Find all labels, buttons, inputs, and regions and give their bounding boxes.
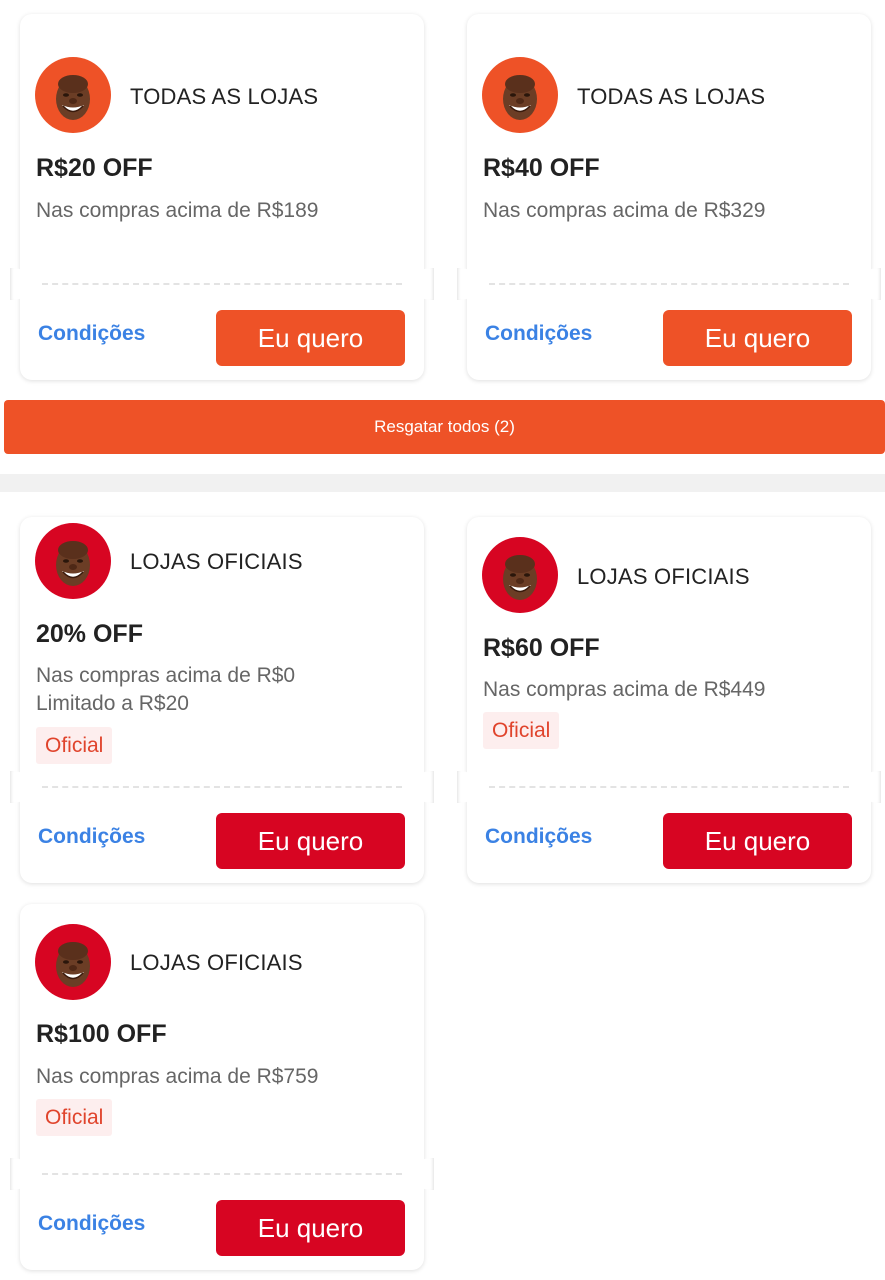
coupon-card: LOJAS OFICIAIS 20% OFF Nas compras acima… xyxy=(10,517,434,883)
discount-amount: 20% OFF xyxy=(36,620,143,648)
ticket-notch-right xyxy=(414,1158,434,1190)
minimum-purchase: Nas compras acima de R$0 xyxy=(36,664,296,687)
store-name: TODAS AS LOJAS xyxy=(130,84,319,109)
coupon-card: LOJAS OFICIAIS R$60 OFF Nas compras acim… xyxy=(457,517,881,883)
coupon-card: TODAS AS LOJAS R$20 OFF Nas compras acim… xyxy=(10,14,434,380)
conditions-link[interactable]: Condições xyxy=(485,322,592,346)
minimum-purchase: Nas compras acima de R$189 xyxy=(36,199,319,222)
ticket-notch-right xyxy=(861,771,881,803)
dashed-separator xyxy=(42,283,402,285)
dashed-separator xyxy=(42,786,402,788)
dashed-separator xyxy=(42,1173,402,1175)
ticket-notch-left xyxy=(10,1158,30,1190)
claim-all-button[interactable]: Resgatar todos (2) xyxy=(4,400,885,454)
official-badge: Oficial xyxy=(483,712,560,749)
store-avatar xyxy=(35,57,111,133)
claim-coupon-button[interactable]: Eu quero xyxy=(663,813,852,869)
store-name: LOJAS OFICIAIS xyxy=(577,564,750,589)
store-name: LOJAS OFICIAIS xyxy=(130,549,303,574)
store-avatar xyxy=(482,57,558,133)
conditions-link[interactable]: Condições xyxy=(38,1212,145,1236)
avatar-face-icon xyxy=(482,57,558,133)
conditions-link[interactable]: Condições xyxy=(38,322,145,346)
ticket-notch-left xyxy=(457,771,477,803)
claim-coupon-button[interactable]: Eu quero xyxy=(216,1200,405,1256)
store-name: TODAS AS LOJAS xyxy=(577,84,766,109)
minimum-purchase: Nas compras acima de R$329 xyxy=(483,199,766,222)
conditions-link[interactable]: Condições xyxy=(485,825,592,849)
avatar-face-icon xyxy=(35,924,111,1000)
ticket-notch-right xyxy=(861,268,881,300)
ticket-notch-left xyxy=(10,268,30,300)
conditions-link[interactable]: Condições xyxy=(38,825,145,849)
coupon-card: TODAS AS LOJAS R$40 OFF Nas compras acim… xyxy=(457,14,881,380)
dashed-separator xyxy=(489,786,849,788)
avatar-face-icon xyxy=(35,523,111,599)
coupon-card: LOJAS OFICIAIS R$100 OFF Nas compras aci… xyxy=(10,904,434,1270)
minimum-purchase: Nas compras acima de R$449 xyxy=(483,678,766,701)
store-avatar xyxy=(482,537,558,613)
claim-coupon-button[interactable]: Eu quero xyxy=(663,310,852,366)
official-badge: Oficial xyxy=(36,1099,113,1136)
claim-coupon-button[interactable]: Eu quero xyxy=(216,310,405,366)
discount-limit: Limitado a R$20 xyxy=(36,692,189,715)
discount-amount: R$60 OFF xyxy=(483,634,600,662)
store-avatar xyxy=(35,523,111,599)
avatar-face-icon xyxy=(35,57,111,133)
section-divider xyxy=(0,474,885,492)
official-badge: Oficial xyxy=(36,727,113,764)
ticket-notch-left xyxy=(10,771,30,803)
discount-amount: R$100 OFF xyxy=(36,1020,167,1048)
ticket-notch-right xyxy=(414,771,434,803)
ticket-notch-right xyxy=(414,268,434,300)
store-avatar xyxy=(35,924,111,1000)
minimum-purchase: Nas compras acima de R$759 xyxy=(36,1065,319,1088)
ticket-notch-left xyxy=(457,268,477,300)
dashed-separator xyxy=(489,283,849,285)
store-name: LOJAS OFICIAIS xyxy=(130,950,303,975)
claim-coupon-button[interactable]: Eu quero xyxy=(216,813,405,869)
avatar-face-icon xyxy=(482,537,558,613)
discount-amount: R$20 OFF xyxy=(36,154,153,182)
discount-amount: R$40 OFF xyxy=(483,154,600,182)
